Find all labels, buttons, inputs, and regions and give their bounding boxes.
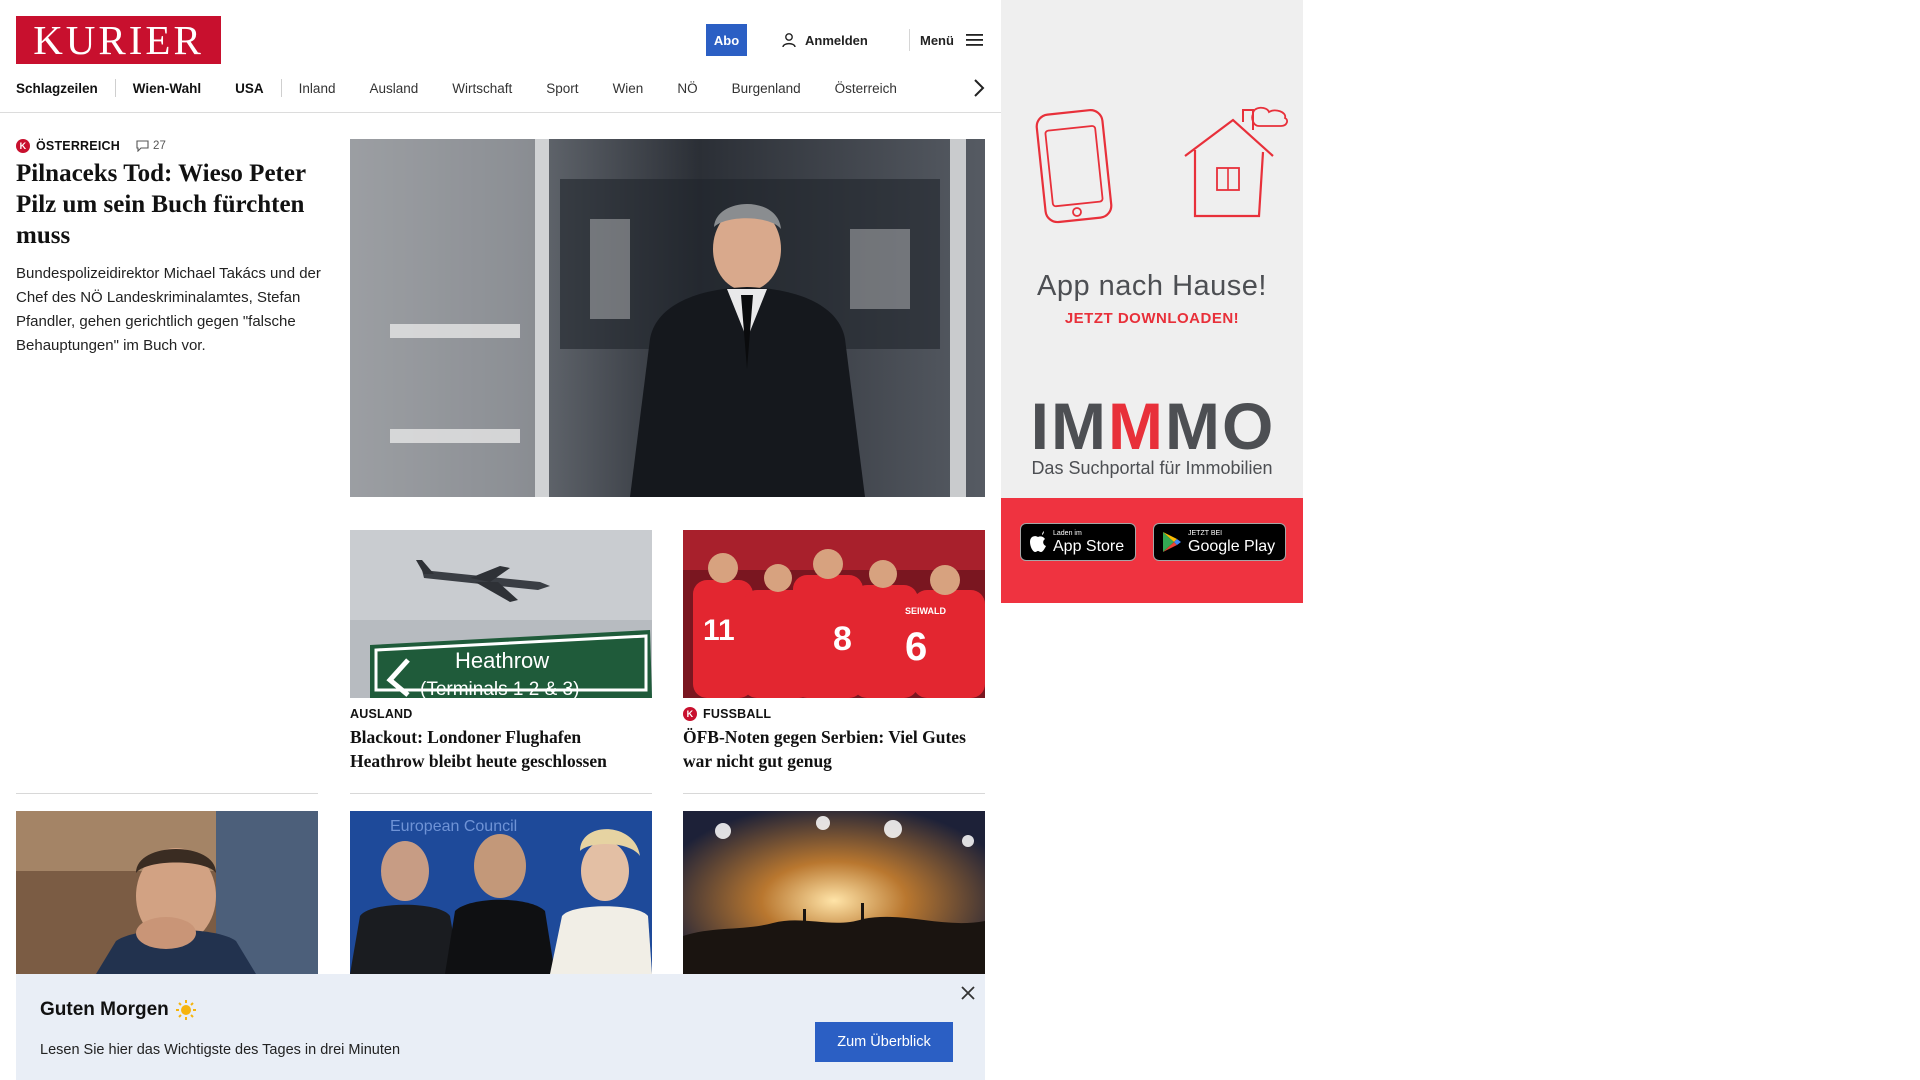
comment-icon [136,140,149,152]
google-play-big-text: Google Play [1188,537,1276,555]
phone-icon [1035,109,1113,224]
lead-kicker[interactable]: K ÖSTERREICH 27 [16,139,166,153]
immmo-logo-part: MO [1164,389,1276,463]
apple-icon [1030,531,1046,552]
google-play-button[interactable]: JETZT BEI Google Play [1153,523,1286,561]
banner-title-text: Guten Morgen [40,999,169,1020]
google-play-small-text: JETZT BEI [1188,529,1223,537]
oefb-photo: 11 8 SEIWALD 6 [683,530,985,698]
banner-title: Guten Morgen [40,999,197,1021]
google-play-icon [1163,532,1181,552]
jersey-number-1: 11 [703,614,735,647]
jersey-number-2: 8 [833,620,852,658]
sun-icon [175,1000,196,1020]
immmo-logo-red-part: M [1108,389,1165,463]
comment-count[interactable]: 27 [136,140,166,152]
council-sign-text: European Council [390,818,517,835]
jersey-name: SEIWALD [905,606,947,616]
immmo-ad[interactable]: App nach Hause! JETZT DOWNLOADEN! IMMMO … [1001,0,1303,603]
morning-briefing-banner: Guten Morgen Lesen Sie hier das Wichtigs… [16,974,985,1080]
nav-item-schlagzeilen[interactable]: Schlagzeilen [16,81,115,96]
nav-item-oesterreich[interactable]: Österreich [818,81,914,96]
overview-button[interactable]: Zum Überblick [815,1022,953,1062]
nav-item-usa[interactable]: USA [218,81,281,96]
heathrow-photo: Heathrow (Terminals 1 2 & 3) [350,530,652,698]
kurier-plus-icon: K [683,707,697,721]
user-icon [782,33,796,48]
card-headline-oefb[interactable]: ÖFB-Noten gegen Serbien: Viel Gutes war … [683,725,988,773]
lead-teaser[interactable]: Bundespolizeidirektor Michael Takács und… [16,262,321,358]
kurier-plus-icon: K [16,139,30,153]
section-nav: Schlagzeilen Wien-Wahl USA Inland Auslan… [16,76,996,100]
header-rule [0,112,1001,113]
section-rule [350,793,652,794]
menu-button[interactable]: Menü [920,28,983,52]
section-rule [683,793,985,794]
house-icon [1184,106,1288,218]
card-kicker-ausland[interactable]: AUSLAND [350,707,413,721]
immmo-logo: IMMMO [1015,393,1291,459]
oefb-image[interactable]: 11 8 SEIWALD 6 [683,530,985,698]
ad-cta[interactable]: JETZT DOWNLOADEN! [1001,310,1303,327]
eu-council-image[interactable]: European Council [350,811,652,974]
app-store-button[interactable]: Laden im App Store [1020,523,1136,561]
nav-item-wien[interactable]: Wien [596,81,661,96]
section-rule [16,793,318,794]
politician-photo [16,811,318,974]
close-icon[interactable] [957,982,979,1004]
card-headline-heathrow[interactable]: Blackout: Londoner Flughafen Heathrow bl… [350,725,655,773]
sign-text-terminals: (Terminals 1 2 & 3) [420,679,579,698]
card-section-label: AUSLAND [350,707,413,721]
card-section-label: FUSSBALL [703,707,772,721]
login-button[interactable]: Anmelden [781,28,868,52]
immmo-tagline: Das Suchportal für Immobilien [1031,458,1273,478]
banner-text: Lesen Sie hier das Wichtigste des Tages … [40,1042,401,1058]
logo-text: KURIER [33,16,204,63]
nav-item-burgenland[interactable]: Burgenland [715,81,818,96]
ad-headline: App nach Hause! [1037,270,1267,302]
login-label: Anmelden [805,32,868,48]
kurier-logo[interactable]: KURIER [16,16,221,64]
header-divider [909,29,910,51]
lead-section-label: ÖSTERREICH [36,139,120,153]
nav-item-wirtschaft[interactable]: Wirtschaft [435,81,529,96]
concert-image[interactable] [683,811,985,974]
nav-item-sport[interactable]: Sport [529,81,595,96]
menu-label: Menü [920,32,954,48]
sign-text-heathrow: Heathrow [455,648,549,673]
hamburger-icon [965,34,983,46]
lead-headline[interactable]: Pilnaceks Tod: Wieso Peter Pilz um sein … [16,158,316,251]
heathrow-image[interactable]: Heathrow (Terminals 1 2 & 3) [350,530,652,698]
app-store-big-text: App Store [1053,537,1125,555]
immmo-logo-part: IM [1030,389,1108,463]
nav-item-ausland[interactable]: Ausland [352,81,435,96]
concert-photo [683,811,985,974]
nav-item-noe[interactable]: NÖ [660,81,714,96]
politician-image[interactable] [16,811,318,974]
app-store-small-text: Laden im [1053,529,1082,537]
comment-count-value: 27 [152,140,167,152]
lead-photo [350,139,985,497]
nav-item-inland[interactable]: Inland [282,81,353,96]
lead-image[interactable] [350,139,985,497]
jersey-number-3: 6 [905,625,927,669]
eu-council-photo: European Council [350,811,652,974]
abo-button[interactable]: Abo [706,24,747,56]
card-kicker-fussball[interactable]: K FUSSBALL [683,707,771,721]
nav-item-wien-wahl[interactable]: Wien-Wahl [116,81,218,96]
chevron-right-icon[interactable] [968,77,990,99]
